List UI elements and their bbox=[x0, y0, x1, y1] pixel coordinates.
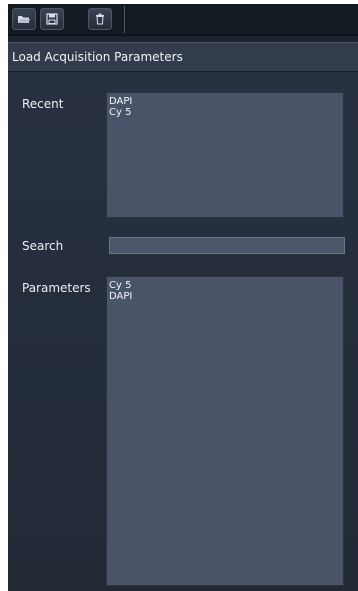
search-label: Search bbox=[22, 239, 64, 253]
toolbar-separator bbox=[124, 6, 125, 33]
save-button[interactable] bbox=[40, 8, 64, 30]
folder-open-icon bbox=[18, 16, 30, 23]
parameter-item-dapi[interactable]: DAPI bbox=[107, 291, 343, 302]
panel-title-bar: Load Acquisition Parameters bbox=[8, 42, 358, 72]
load-parameters-window: Load Acquisition Parameters Recent DAPI … bbox=[8, 4, 358, 591]
delete-button[interactable] bbox=[88, 8, 112, 30]
parameter-item-cy5[interactable]: Cy 5 bbox=[107, 280, 343, 291]
search-input[interactable] bbox=[109, 237, 345, 254]
parameters-label: Parameters bbox=[22, 281, 91, 295]
recent-list[interactable]: DAPI Cy 5 bbox=[106, 92, 344, 218]
parameters-panel: Recent DAPI Cy 5 Search Parameters Cy 5 … bbox=[8, 72, 358, 591]
delete-icon bbox=[96, 13, 104, 25]
recent-label: Recent bbox=[22, 97, 64, 111]
toolbar bbox=[8, 4, 358, 36]
recent-item-dapi[interactable]: DAPI bbox=[107, 96, 343, 107]
panel-title: Load Acquisition Parameters bbox=[12, 50, 183, 64]
open-button[interactable] bbox=[12, 8, 36, 30]
save-icon bbox=[46, 13, 58, 25]
parameters-list[interactable]: Cy 5 DAPI bbox=[106, 276, 344, 586]
recent-item-cy5[interactable]: Cy 5 bbox=[107, 107, 343, 118]
